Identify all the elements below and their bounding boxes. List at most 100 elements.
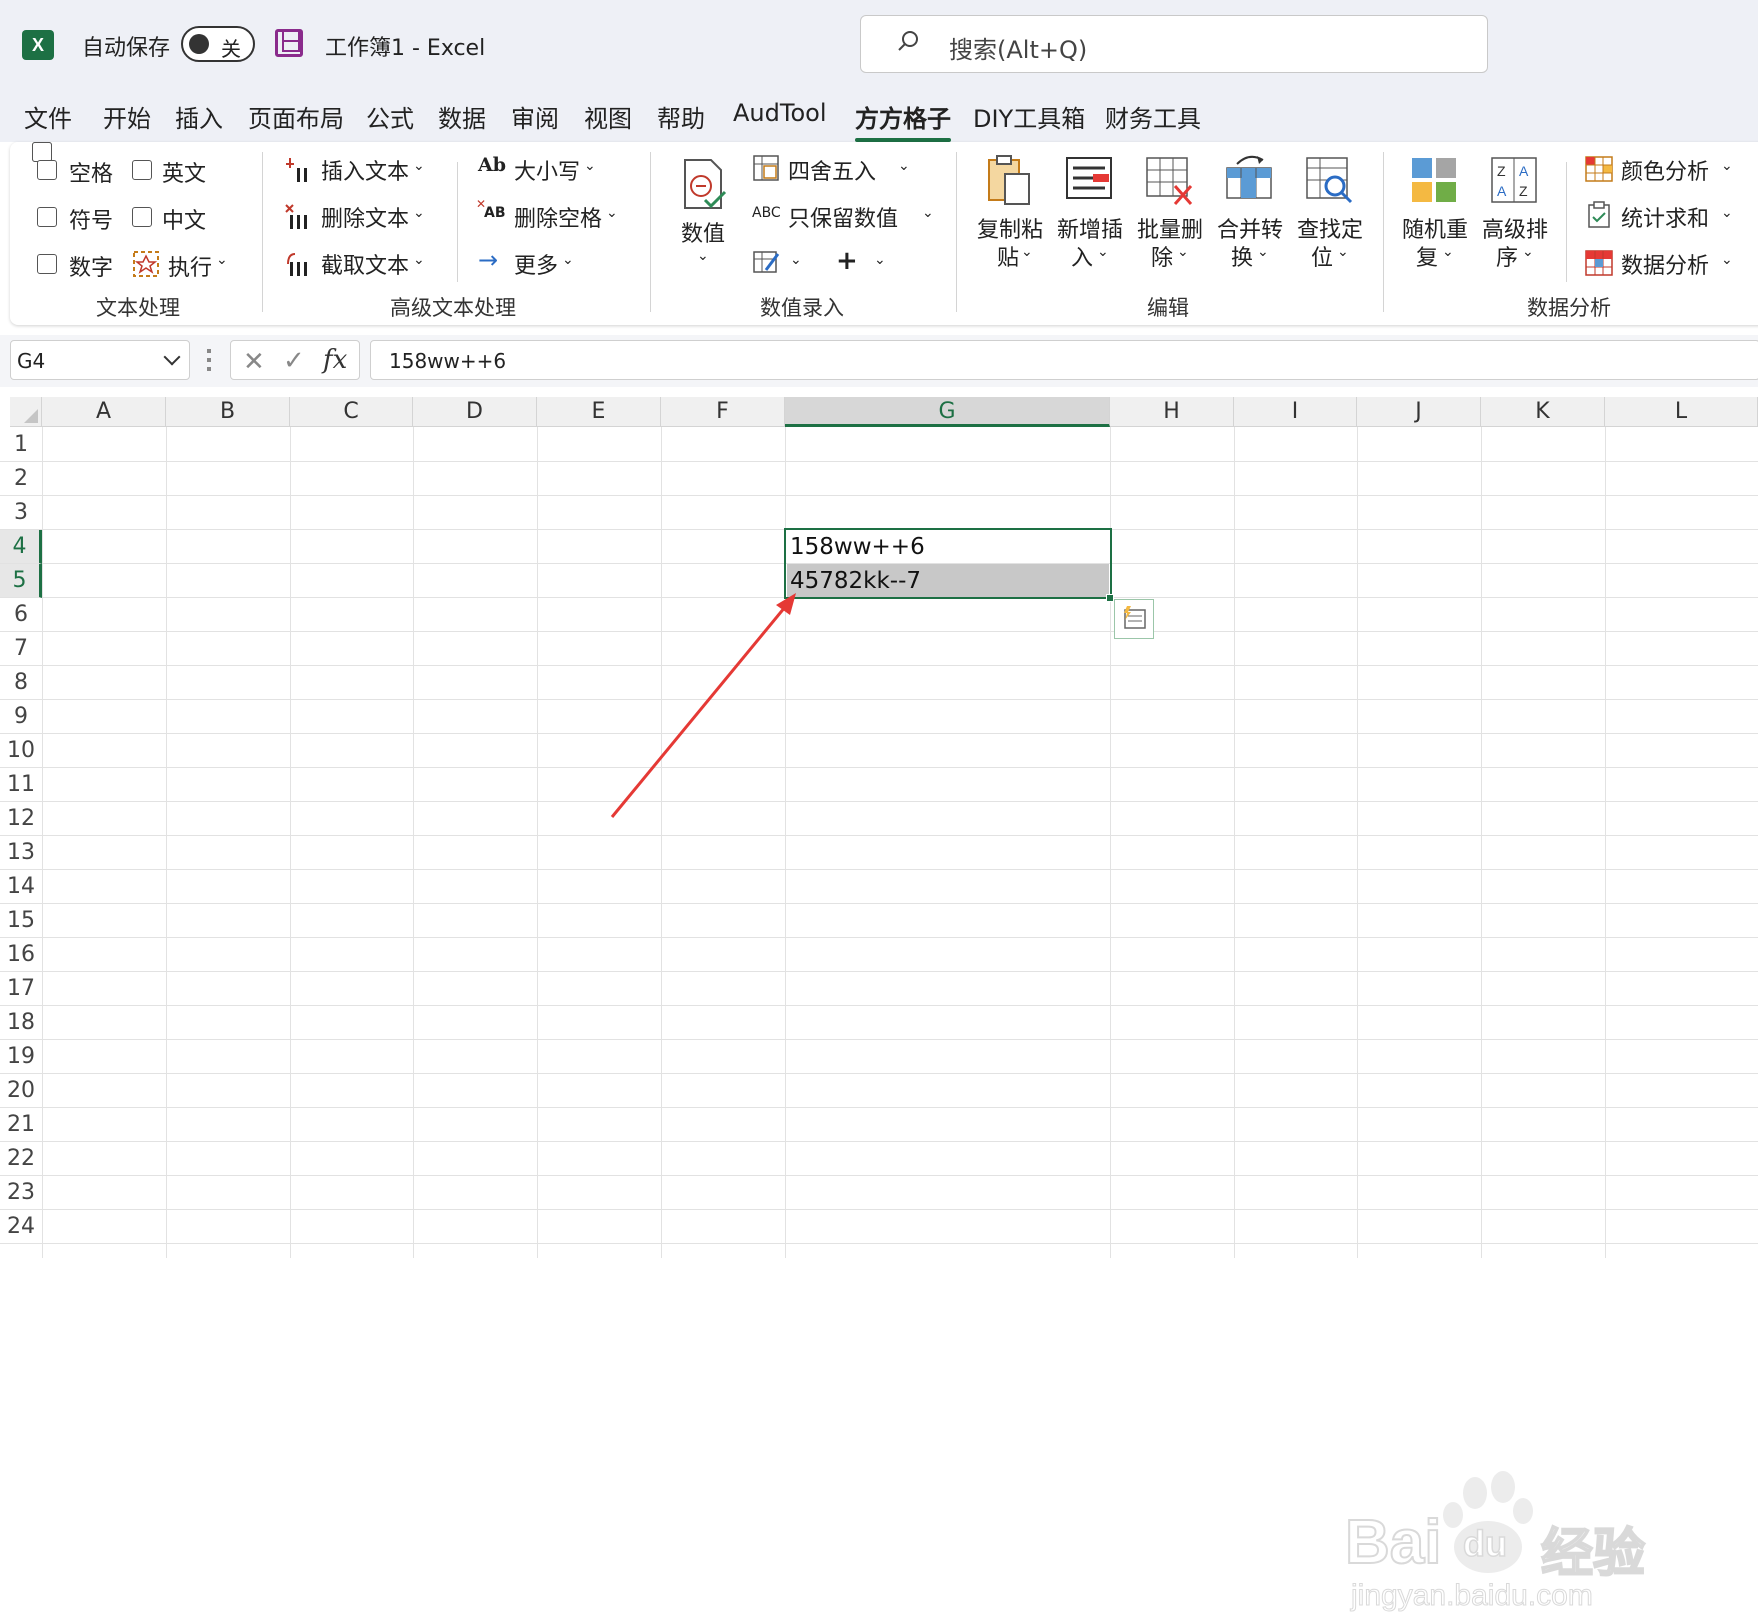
tab-finance-tools[interactable]: 财务工具 xyxy=(1105,99,1201,134)
column-header-e[interactable]: E xyxy=(537,397,661,427)
tab-formulas[interactable]: 公式 xyxy=(366,99,414,134)
tab-insert[interactable]: 插入 xyxy=(175,99,223,134)
column-header-k[interactable]: K xyxy=(1481,397,1605,427)
row-header-5[interactable]: 5 xyxy=(0,564,42,598)
copy-paste-button[interactable]: 复制粘 贴 ⌄ xyxy=(975,152,1045,282)
tab-diy-tools[interactable]: DIY工具箱 xyxy=(973,99,1085,134)
more-button[interactable]: → 更多 ⌄ xyxy=(478,246,588,282)
row-header-20[interactable]: 20 xyxy=(0,1074,42,1108)
tab-file[interactable]: 文件 xyxy=(24,99,72,134)
column-header-a[interactable]: A xyxy=(42,397,166,427)
row-header-18[interactable]: 18 xyxy=(0,1006,42,1040)
case-button[interactable]: Ab 大小写 ⌄ xyxy=(478,152,608,188)
row-header-6[interactable]: 6 xyxy=(0,598,42,632)
row-header-21[interactable]: 21 xyxy=(0,1108,42,1142)
row-header-19[interactable]: 19 xyxy=(0,1040,42,1074)
checkbox-chinese[interactable] xyxy=(132,207,152,227)
gridline xyxy=(42,733,1758,734)
column-header-f[interactable]: F xyxy=(661,397,785,427)
column-header-j[interactable]: J xyxy=(1357,397,1481,427)
cut-text-button[interactable]: 截取文本 ⌄ xyxy=(285,246,435,282)
column-header-d[interactable]: D xyxy=(413,397,537,427)
column-header-l[interactable]: L xyxy=(1605,397,1758,427)
formula-input[interactable]: 158ww++6 xyxy=(370,340,1758,380)
group-label-value: 数值录入 xyxy=(760,296,844,320)
group-label-text: 文本处理 xyxy=(96,296,180,320)
row-header-11[interactable]: 11 xyxy=(0,768,42,802)
merge-convert-button[interactable]: 合并转 换 ⌄ xyxy=(1215,152,1285,282)
red-arrow-annotation xyxy=(610,593,796,818)
row-header-7[interactable]: 7 xyxy=(0,632,42,666)
tab-fangfang[interactable]: 方方格子 xyxy=(855,99,951,142)
row-header-22[interactable]: 22 xyxy=(0,1142,42,1176)
tab-data[interactable]: 数据 xyxy=(438,99,486,134)
tab-view[interactable]: 视图 xyxy=(584,99,632,134)
color-analysis-button[interactable]: 颜色分析 ⌄ xyxy=(1585,152,1735,188)
row-header-17[interactable]: 17 xyxy=(0,972,42,1006)
execute-label: 执行 xyxy=(168,256,213,281)
delete-text-button[interactable]: 删除文本 ⌄ xyxy=(285,199,435,235)
tab-audtool[interactable]: AudTool xyxy=(733,99,826,127)
ribbon-content: 空格 英文 符号 中文 数字 执行 ⌄ 文本处理 插入文本 ⌄ 删除文本 ⌄ 截… xyxy=(0,142,1758,325)
value-button[interactable]: 数值 ⌄ xyxy=(675,152,735,282)
row-header-24[interactable]: 24 xyxy=(0,1210,42,1244)
round-button[interactable]: 四舍五入 ⌄ xyxy=(752,152,912,188)
label-symbol: 符号 xyxy=(69,209,114,234)
column-header-i[interactable]: I xyxy=(1234,397,1357,427)
row-header-3[interactable]: 3 xyxy=(0,496,42,530)
confirm-icon[interactable]: ✓ xyxy=(283,346,305,376)
keep-values-button[interactable]: ABC 只保留数值 ⌄ xyxy=(752,199,942,235)
checkbox-space[interactable] xyxy=(37,160,57,180)
row-header-23[interactable]: 23 xyxy=(0,1176,42,1210)
row-header-2[interactable]: 2 xyxy=(0,462,42,496)
row-header-14[interactable]: 14 xyxy=(0,870,42,904)
row-header-12[interactable]: 12 xyxy=(0,802,42,836)
tab-page-layout[interactable]: 页面布局 xyxy=(248,99,344,134)
column-header-c[interactable]: C xyxy=(290,397,413,427)
save-icon[interactable] xyxy=(275,29,303,57)
delete-space-button[interactable]: ✕ AB 删除空格 ⌄ xyxy=(476,197,638,235)
checkbox-number[interactable] xyxy=(37,254,57,274)
gridline xyxy=(1357,427,1358,1258)
row-header-15[interactable]: 15 xyxy=(0,904,42,938)
tab-help[interactable]: 帮助 xyxy=(657,99,705,134)
insert-rows-icon xyxy=(1066,157,1112,199)
execute-button[interactable]: 执行 ⌄ xyxy=(132,246,242,282)
sort-icon: Z A A Z xyxy=(1491,157,1537,203)
tab-review[interactable]: 审阅 xyxy=(511,99,559,134)
search-box[interactable]: 搜索(Alt+Q) xyxy=(860,15,1488,73)
column-header-b[interactable]: B xyxy=(166,397,290,427)
gridline xyxy=(42,1039,1758,1040)
cancel-icon[interactable]: ✕ xyxy=(243,347,265,377)
row-header-8[interactable]: 8 xyxy=(0,666,42,700)
tab-home[interactable]: 开始 xyxy=(103,99,151,134)
data-analysis-button[interactable]: 数据分析 ⌄ xyxy=(1585,246,1735,282)
row-header-4[interactable]: 4 xyxy=(0,530,42,564)
column-header-g[interactable]: G xyxy=(785,397,1110,427)
advanced-sort-button[interactable]: Z A A Z 高级排 序 ⌄ xyxy=(1480,152,1550,282)
insert-function-icon[interactable]: fx xyxy=(323,345,347,375)
insert-text-button[interactable]: 插入文本 ⌄ xyxy=(285,152,435,188)
row-header-1[interactable]: 1 xyxy=(0,428,42,462)
sum-stats-button[interactable]: 统计求和 ⌄ xyxy=(1585,199,1735,235)
fill-handle[interactable] xyxy=(1106,594,1114,602)
find-locate-button[interactable]: 查找定 位 ⌄ xyxy=(1295,152,1365,282)
flash-fill-options-button[interactable] xyxy=(1114,599,1154,639)
batch-delete-button[interactable]: 批量删 除 ⌄ xyxy=(1135,152,1205,282)
svg-text:A: A xyxy=(1519,163,1529,179)
random-repeat-button[interactable]: 随机重 复 ⌄ xyxy=(1400,152,1470,282)
checkbox-symbol[interactable] xyxy=(37,207,57,227)
checkbox-english[interactable] xyxy=(132,160,152,180)
name-box[interactable]: G4 xyxy=(10,340,190,380)
autosave-toggle[interactable]: 关 xyxy=(181,26,255,62)
row-header-13[interactable]: 13 xyxy=(0,836,42,870)
drag-handle-icon[interactable] xyxy=(207,349,211,371)
plus-button[interactable]: + ⌄ xyxy=(836,246,896,282)
select-all-button[interactable] xyxy=(10,397,42,427)
column-header-h[interactable]: H xyxy=(1110,397,1234,427)
edit-values-button[interactable]: ⌄ xyxy=(752,246,812,282)
row-header-16[interactable]: 16 xyxy=(0,938,42,972)
new-insert-button[interactable]: 新增插 入 ⌄ xyxy=(1055,152,1125,282)
row-header-10[interactable]: 10 xyxy=(0,734,42,768)
row-header-9[interactable]: 9 xyxy=(0,700,42,734)
